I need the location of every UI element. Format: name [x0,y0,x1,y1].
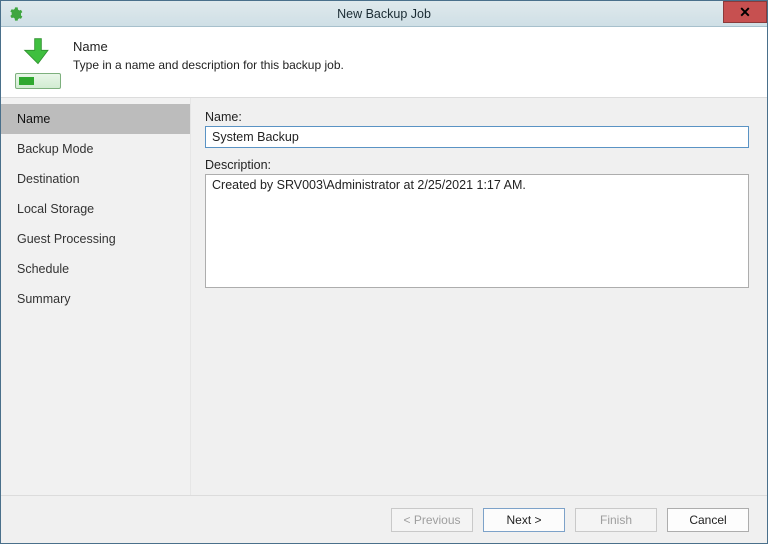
form-panel: Name: Description: [191,98,767,495]
title-bar: New Backup Job ✕ [1,1,767,27]
sidebar-item-label: Name [17,112,50,126]
finish-button: Finish [575,508,657,532]
sidebar-item-destination[interactable]: Destination [1,164,190,194]
dialog-body: Name Backup Mode Destination Local Stora… [1,98,767,495]
header-text: Name Type in a name and description for … [73,37,344,72]
dialog-window: New Backup Job ✕ Name Type in a name and… [0,0,768,544]
download-arrow-icon [21,37,55,67]
header-subtitle: Type in a name and description for this … [73,58,344,72]
description-textarea[interactable] [205,174,749,288]
window-title: New Backup Job [1,7,767,21]
sidebar-item-label: Schedule [17,262,69,276]
close-button[interactable]: ✕ [723,1,767,23]
sidebar-item-guest-processing[interactable]: Guest Processing [1,224,190,254]
dialog-footer: < Previous Next > Finish Cancel [1,495,767,543]
description-label: Description: [205,158,749,172]
name-input[interactable] [205,126,749,148]
disk-progress-icon [15,73,61,89]
page-header: Name Type in a name and description for … [1,27,767,97]
sidebar-item-label: Backup Mode [17,142,93,156]
sidebar-item-summary[interactable]: Summary [1,284,190,314]
sidebar-item-name[interactable]: Name [1,104,190,134]
previous-button: < Previous [391,508,473,532]
sidebar-item-schedule[interactable]: Schedule [1,254,190,284]
close-icon: ✕ [739,4,751,21]
sidebar-item-label: Guest Processing [17,232,116,246]
cancel-button[interactable]: Cancel [667,508,749,532]
name-label: Name: [205,110,749,124]
sidebar-item-label: Summary [17,292,70,306]
sidebar-item-local-storage[interactable]: Local Storage [1,194,190,224]
next-button[interactable]: Next > [483,508,565,532]
step-sidebar: Name Backup Mode Destination Local Stora… [1,98,191,495]
header-title: Name [73,39,344,54]
sidebar-item-label: Local Storage [17,202,94,216]
sidebar-item-label: Destination [17,172,80,186]
header-icon-column [15,37,61,89]
sidebar-item-backup-mode[interactable]: Backup Mode [1,134,190,164]
